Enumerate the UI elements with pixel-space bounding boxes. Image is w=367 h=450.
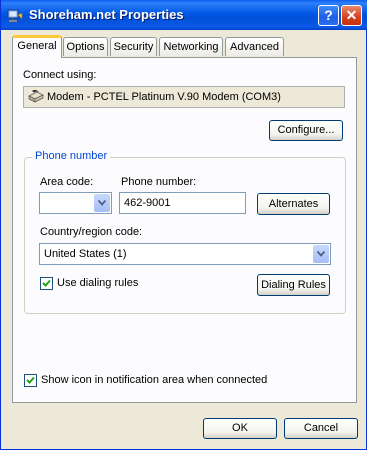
show-icon-label[interactable]: Show icon in notification area when conn… [41, 374, 267, 386]
phone-number-label: Phone number: [121, 176, 197, 188]
connect-using-label: Connect using: [23, 69, 97, 81]
dialing-rules-button[interactable]: Dialing Rules [257, 274, 330, 296]
chevron-down-icon[interactable] [313, 245, 329, 263]
configure-button[interactable]: Configure... [269, 120, 343, 141]
modem-icon [28, 89, 44, 103]
area-code-label: Area code: [40, 176, 94, 188]
chevron-down-icon[interactable] [94, 194, 110, 212]
device-display: Modem - PCTEL Platinum V.90 Modem (COM3) [23, 86, 345, 108]
checkmark-icon [26, 376, 35, 384]
device-name: Modem - PCTEL Platinum V.90 Modem (COM3) [47, 91, 281, 103]
checkmark-icon [42, 279, 51, 287]
phone-number-input[interactable]: 462-9001 [119, 192, 246, 214]
country-region-dropdown[interactable]: United States (1) [39, 243, 331, 265]
area-code-dropdown[interactable] [39, 192, 112, 214]
country-region-label: Country/region code: [40, 226, 143, 238]
show-icon-checkbox[interactable] [24, 374, 37, 387]
alternates-button[interactable]: Alternates [257, 193, 330, 215]
cancel-button[interactable]: Cancel [284, 418, 358, 439]
phone-number-group-title: Phone number [32, 150, 111, 162]
phone-number-value: 462-9001 [124, 197, 171, 209]
use-dialing-rules-checkbox[interactable] [40, 277, 53, 290]
country-region-value: United States (1) [44, 248, 127, 260]
use-dialing-rules-label[interactable]: Use dialing rules [57, 277, 138, 289]
properties-window: Shoreham.net Properties ? ✕ General Opti… [0, 0, 367, 450]
ok-button[interactable]: OK [203, 418, 277, 439]
